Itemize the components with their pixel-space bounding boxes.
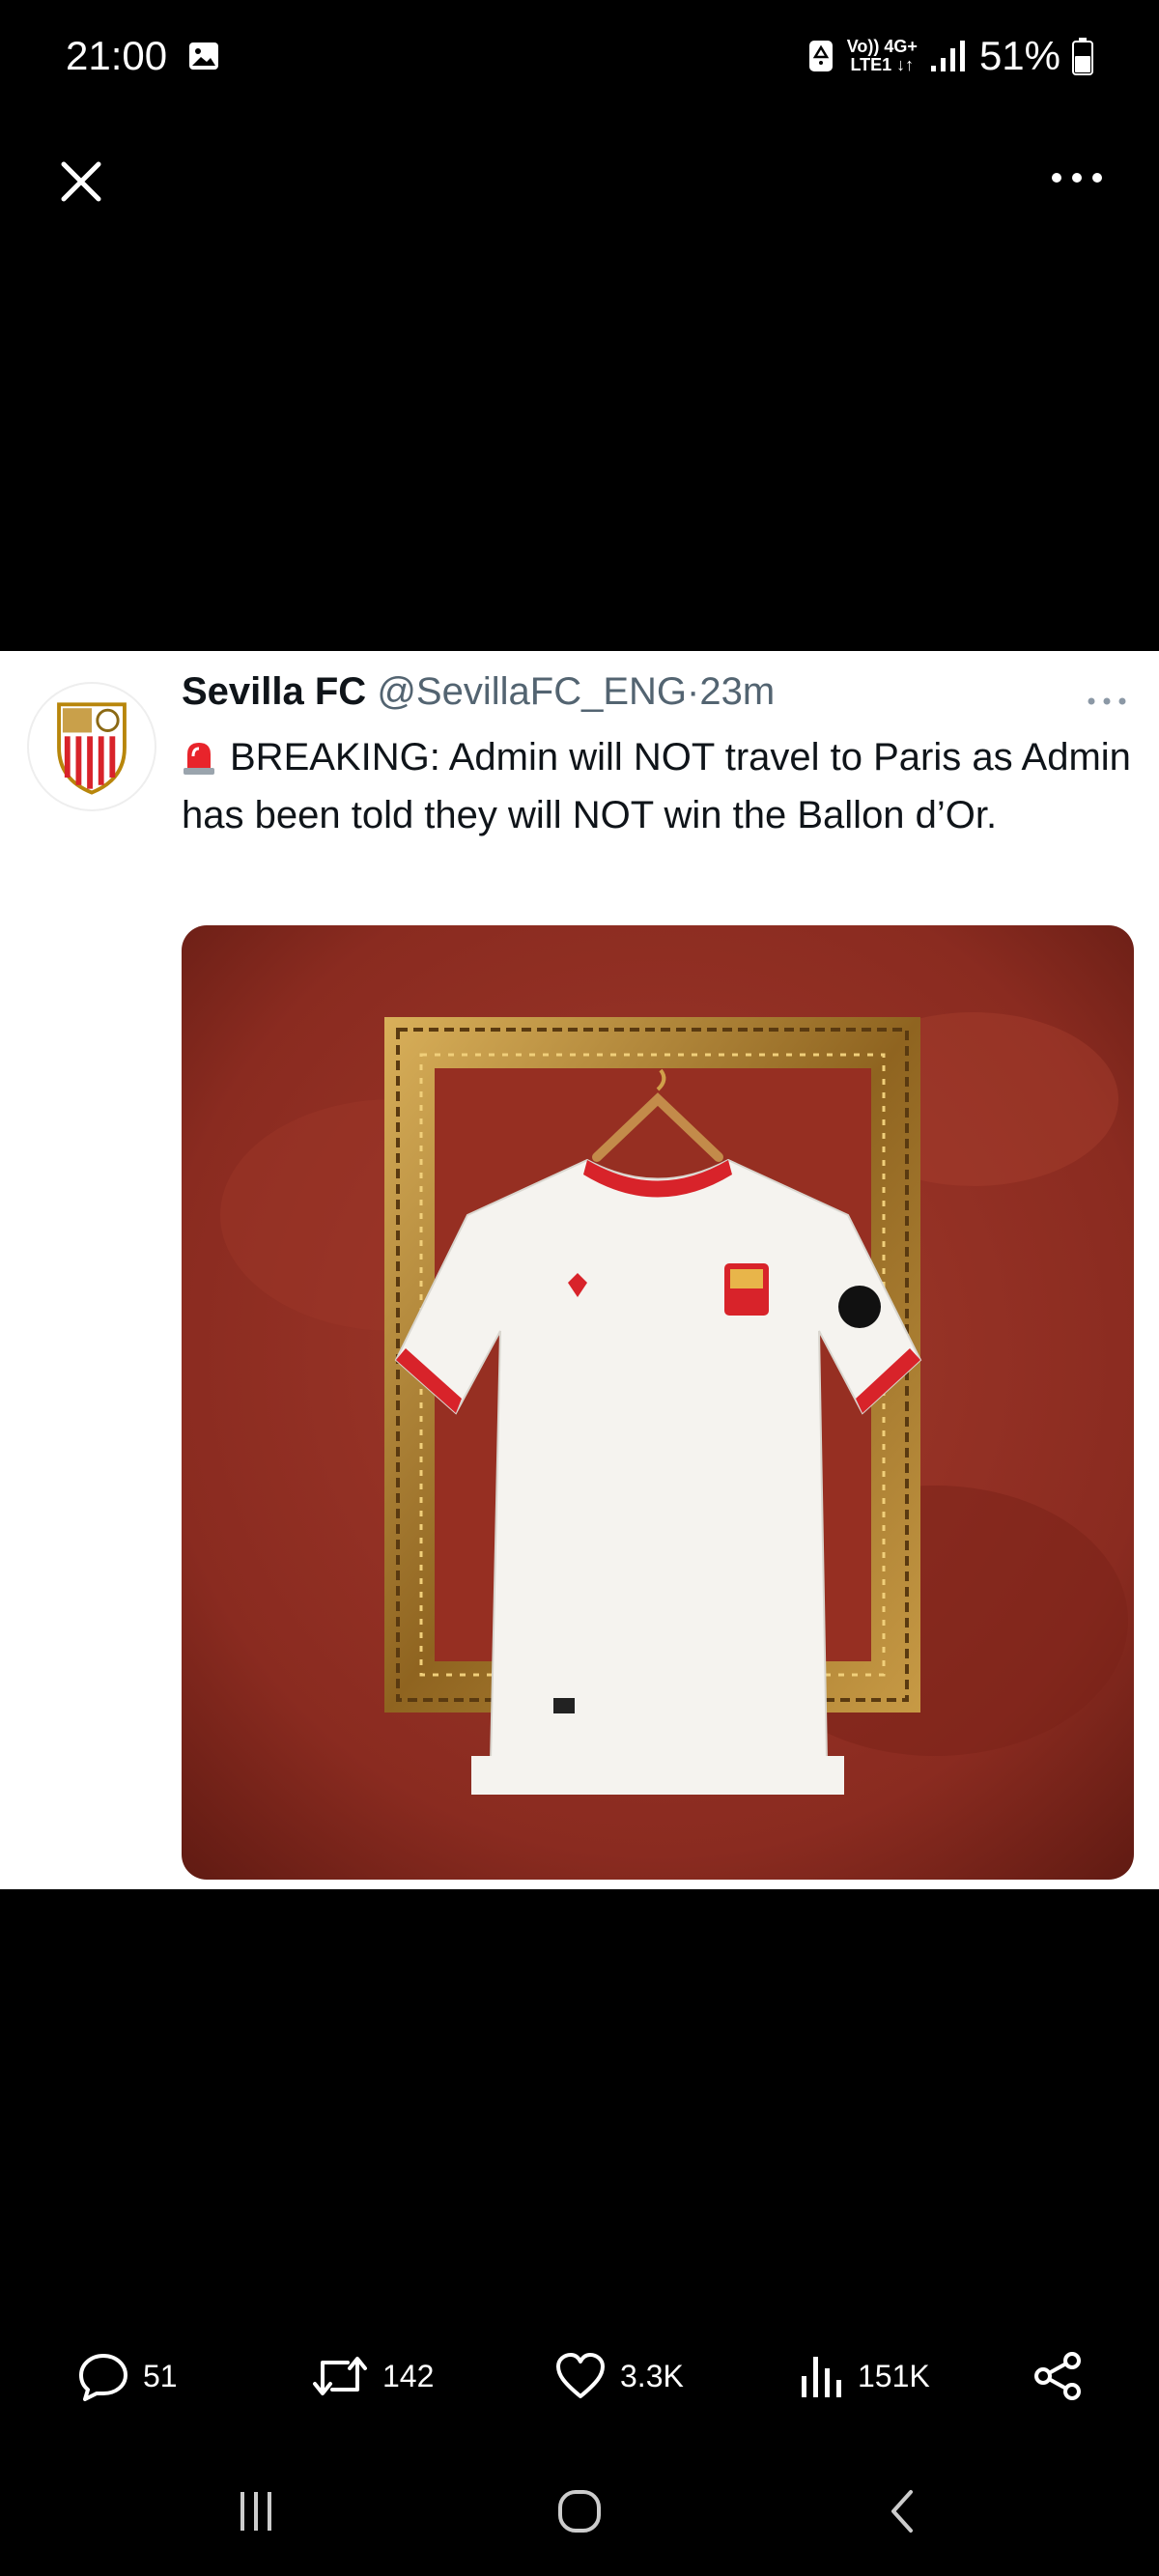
like-button[interactable]: 3.3K xyxy=(554,2351,684,2401)
tweet-time[interactable]: 23m xyxy=(699,670,775,713)
tweet-media-photo[interactable] xyxy=(182,925,1134,1880)
views-count: 151K xyxy=(858,2358,930,2393)
reply-icon xyxy=(79,2354,127,2401)
like-count: 3.3K xyxy=(620,2358,684,2393)
more-options-icon[interactable] xyxy=(1043,158,1111,197)
recent-apps-icon[interactable] xyxy=(227,2482,285,2540)
gallery-icon xyxy=(189,42,218,70)
header-separator: · xyxy=(687,670,700,713)
tweet-card[interactable]: Sevilla FC @SevillaFC_ENG·23m BREAKING: … xyxy=(0,651,1159,1889)
status-bar: 21:00 Vo)) 4G+ LTE1 ↓↑ 51% xyxy=(0,0,1159,116)
rotating-light-icon xyxy=(184,743,214,775)
views-icon xyxy=(802,2357,841,2397)
retweet-icon xyxy=(313,2357,367,2395)
status-time: 21:00 xyxy=(66,33,168,78)
sevilla-crest-logo xyxy=(57,702,127,795)
close-icon[interactable] xyxy=(54,155,108,209)
tweet-text: BREAKING: Admin will NOT travel to Paris… xyxy=(182,736,1131,836)
network-label-top: Vo)) 4G+ xyxy=(846,37,918,56)
data-saver-icon xyxy=(808,41,833,71)
share-button[interactable] xyxy=(1032,2351,1084,2401)
retweet-button[interactable]: 142 xyxy=(311,2351,434,2401)
status-right: Vo)) 4G+ LTE1 ↓↑ 51% xyxy=(806,31,1093,81)
views-button[interactable]: 151K xyxy=(798,2351,930,2401)
tweet-more-icon[interactable] xyxy=(1084,692,1130,711)
author-avatar[interactable] xyxy=(27,682,156,811)
battery-icon xyxy=(1072,38,1093,75)
reply-count: 51 xyxy=(143,2358,178,2393)
author-handle[interactable]: @SevillaFC_ENG xyxy=(377,670,687,713)
battery-percent: 51% xyxy=(978,33,1060,78)
share-icon xyxy=(1034,2352,1081,2400)
tweet-text-block: BREAKING: Admin will NOT travel to Paris… xyxy=(182,728,1138,844)
back-icon[interactable] xyxy=(874,2482,932,2540)
like-icon xyxy=(556,2353,605,2398)
author-name[interactable]: Sevilla FC xyxy=(182,670,366,713)
tweet-action-bar: 51 142 3.3K 151K xyxy=(0,2341,1159,2411)
network-indicator: Vo)) 4G+ LTE1 ↓↑ xyxy=(847,38,918,74)
reply-button[interactable]: 51 xyxy=(77,2351,178,2401)
signal-icon xyxy=(930,41,965,71)
tweet-header: Sevilla FC @SevillaFC_ENG·23m xyxy=(182,670,775,714)
photo-sevilla-kit-in-frame xyxy=(182,925,1134,1880)
system-nav-bar xyxy=(0,2473,1159,2550)
home-icon[interactable] xyxy=(551,2482,608,2540)
network-label-bottom: LTE1 ↓↑ xyxy=(850,55,915,74)
retweet-count: 142 xyxy=(382,2358,435,2393)
